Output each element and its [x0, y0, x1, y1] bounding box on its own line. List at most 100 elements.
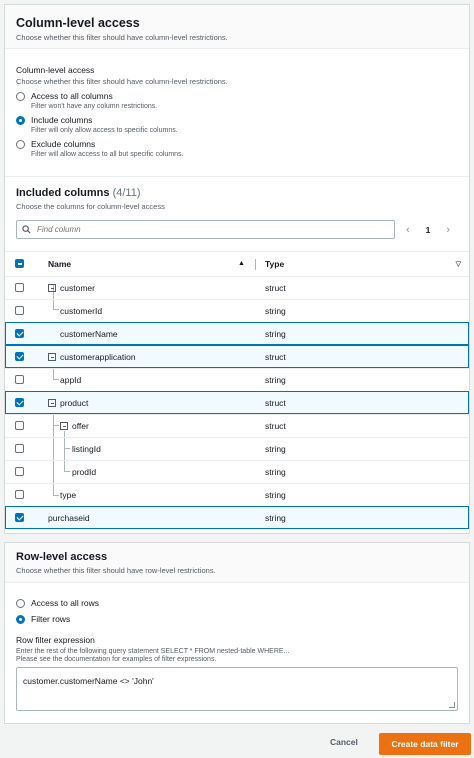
column-name: appId: [60, 375, 82, 385]
radio-label: Filter rows: [31, 614, 71, 624]
create-data-filter-button[interactable]: Create data filter: [379, 733, 471, 755]
pagination: ‹ 1 ›: [398, 220, 458, 239]
radio-desc: Filter will only allow access to specifi…: [31, 127, 178, 134]
row-checkbox[interactable]: [15, 513, 24, 522]
table-row[interactable]: product struct: [5, 391, 469, 414]
name-column-header[interactable]: Name: [48, 259, 71, 269]
column-name: listingId: [72, 444, 101, 454]
row-checkbox[interactable]: [15, 352, 24, 361]
column-access-label: Column-level access: [16, 65, 95, 75]
collapse-icon[interactable]: [60, 422, 68, 430]
radio-include-columns[interactable]: Include columns Filter will only allow a…: [16, 115, 458, 134]
column-type: struct: [265, 352, 286, 362]
collapse-icon[interactable]: [48, 284, 56, 292]
row-checkbox[interactable]: [15, 306, 24, 315]
radio-label: Access to all columns: [31, 91, 113, 101]
table-row[interactable]: purchaseid string: [5, 506, 469, 529]
column-type: string: [265, 467, 286, 477]
table-row[interactable]: prodId string: [5, 460, 469, 483]
radio-all-rows-control[interactable]: [16, 599, 25, 608]
page-number[interactable]: 1: [426, 225, 431, 235]
radio-desc: Filter won't have any column restriction…: [31, 103, 158, 110]
row-access-options: Access to all rows Filter rows: [16, 593, 458, 624]
column-access-field: Column-level access Choose whether this …: [16, 65, 458, 158]
row-level-title: Row-level access: [16, 551, 108, 563]
cancel-button[interactable]: Cancel: [330, 737, 358, 747]
column-name: product: [60, 398, 89, 408]
row-filter-desc-1: Enter the rest of the following query st…: [16, 648, 290, 655]
table-header: Name ▲ Type ▽: [5, 251, 469, 276]
radio-label: Include columns: [31, 115, 93, 125]
radio-all-columns[interactable]: Access to all columns Filter won't have …: [16, 91, 458, 110]
column-name: prodId: [72, 467, 97, 477]
column-access-desc: Choose whether this filter should have c…: [16, 77, 228, 86]
row-level-header: Row-level access Choose whether this fil…: [5, 543, 469, 583]
row-checkbox[interactable]: [15, 421, 24, 430]
table-row[interactable]: customerId string: [5, 299, 469, 322]
radio-label: Exclude columns: [31, 139, 96, 149]
divider: [5, 176, 469, 177]
row-filter-expression-input[interactable]: customer.customerName <> 'John': [16, 667, 458, 711]
row-level-panel: Row-level access Choose whether this fil…: [4, 542, 470, 724]
column-name: type: [60, 490, 77, 500]
table-row[interactable]: appId string: [5, 368, 469, 391]
table-row[interactable]: customerName string: [5, 322, 469, 345]
radio-all-columns-control[interactable]: [16, 92, 25, 101]
column-resizer[interactable]: [255, 259, 256, 270]
column-type: string: [265, 329, 286, 339]
table-row[interactable]: type string: [5, 483, 469, 506]
collapse-icon[interactable]: [48, 399, 56, 407]
column-name: customer: [60, 283, 95, 293]
collapse-icon[interactable]: [48, 353, 56, 361]
table-row[interactable]: customerapplication struct: [5, 345, 469, 368]
radio-filter-rows[interactable]: Filter rows: [16, 614, 458, 624]
row-checkbox[interactable]: [15, 467, 24, 476]
included-columns-count: (4/11): [112, 187, 141, 199]
radio-exclude-columns[interactable]: Exclude columns Filter will allow access…: [16, 139, 458, 158]
prev-page-icon[interactable]: ‹: [406, 224, 410, 236]
row-filter-desc-2: Please see the documentation for example…: [16, 656, 217, 663]
row-checkbox[interactable]: [15, 329, 24, 338]
column-type: string: [265, 306, 286, 316]
table-row[interactable]: listingId string: [5, 437, 469, 460]
included-columns-title-text: Included columns: [16, 187, 110, 199]
included-columns-subtitle: Choose the columns for column-level acce…: [16, 202, 165, 211]
row-checkbox[interactable]: [15, 375, 24, 384]
column-type: string: [265, 513, 286, 523]
search-bar: ‹ 1 ›: [16, 220, 458, 239]
row-filter-input-wrap: customer.customerName <> 'John': [16, 667, 458, 711]
row-checkbox[interactable]: [15, 398, 24, 407]
radio-label: Access to all rows: [31, 598, 100, 608]
column-level-panel: Column-level access Choose whether this …: [4, 4, 470, 534]
column-name: customerId: [60, 306, 103, 316]
sort-ascending-icon[interactable]: ▲: [238, 260, 245, 267]
sort-icon[interactable]: ▽: [456, 260, 461, 268]
search-box[interactable]: [16, 220, 395, 239]
next-page-icon[interactable]: ›: [446, 224, 450, 236]
radio-all-rows[interactable]: Access to all rows: [16, 598, 458, 608]
row-filter-label: Row filter expression: [16, 635, 95, 645]
radio-desc: Filter will allow access to all but spec…: [31, 151, 184, 158]
row-checkbox[interactable]: [15, 283, 24, 292]
resize-handle-icon[interactable]: [449, 702, 455, 708]
radio-filter-rows-control[interactable]: [16, 615, 25, 624]
row-checkbox[interactable]: [15, 444, 24, 453]
type-column-header[interactable]: Type: [265, 259, 284, 269]
table-row[interactable]: offer struct: [5, 414, 469, 437]
column-name: purchaseid: [48, 513, 90, 523]
search-icon: [22, 225, 31, 234]
search-input[interactable]: [37, 225, 367, 234]
row-checkbox[interactable]: [15, 490, 24, 499]
radio-include-columns-control[interactable]: [16, 116, 25, 125]
column-level-subtitle: Choose whether this filter should have c…: [16, 33, 228, 42]
radio-exclude-columns-control[interactable]: [16, 140, 25, 149]
column-name: customerapplication: [60, 352, 136, 362]
column-level-header: Column-level access Choose whether this …: [5, 5, 469, 49]
select-all-checkbox[interactable]: [15, 259, 24, 268]
column-type: string: [265, 375, 286, 385]
column-level-title: Column-level access: [16, 16, 140, 30]
table-row[interactable]: customer struct: [5, 276, 469, 299]
column-name: customerName: [60, 329, 118, 339]
column-type: struct: [265, 398, 286, 408]
row-level-subtitle: Choose whether this filter should have r…: [16, 566, 216, 575]
